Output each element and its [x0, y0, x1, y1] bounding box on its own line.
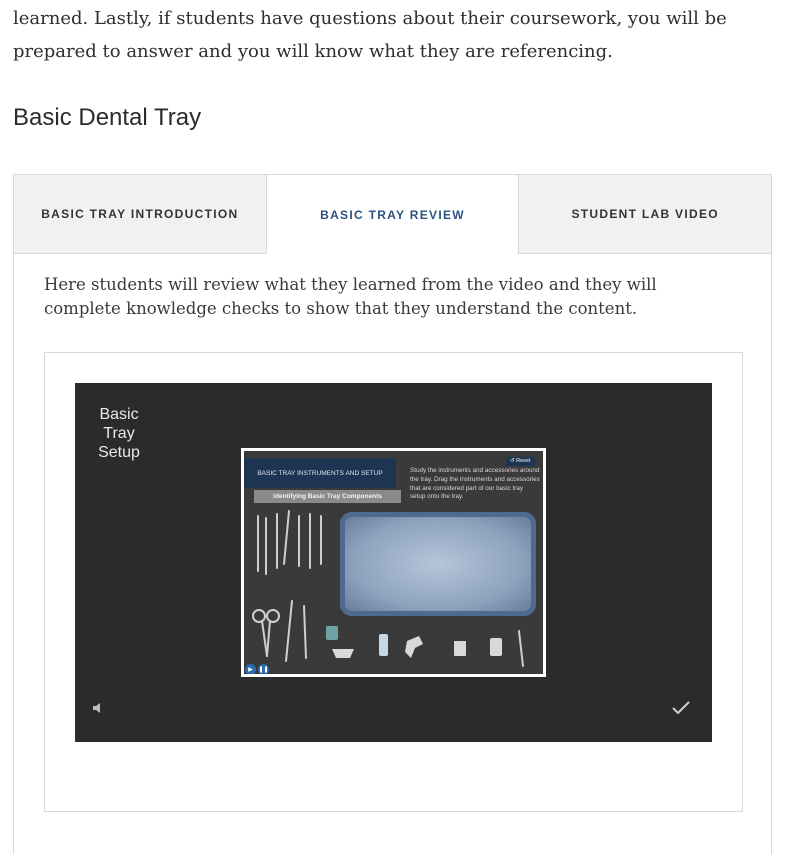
slide-content: BASIC TRAY INSTRUMENTS AND SETUP Identif…	[244, 451, 543, 674]
intro-paragraph: learned. Lastly, if students have questi…	[13, 8, 727, 62]
slide-header: BASIC TRAY INSTRUMENTS AND SETUP	[244, 458, 396, 488]
section-title: Basic Dental Tray	[13, 104, 202, 131]
pause-icon[interactable]: ❚❚	[258, 664, 269, 674]
slide-instructions: Study the instruments and accessories ar…	[410, 467, 540, 501]
tab-basic-tray-introduction[interactable]: BASIC TRAY INTRODUCTION	[14, 175, 266, 254]
volume-icon[interactable]	[91, 701, 105, 715]
reset-label: Reset	[516, 458, 531, 464]
slide-subheader: Identifying Basic Tray Components	[254, 490, 401, 503]
tab-basic-tray-review[interactable]: BASIC TRAY REVIEW	[265, 175, 520, 254]
reset-button[interactable]: ↺ Reset	[506, 457, 535, 466]
embedded-module-frame: Basic Tray Setup BASIC TRAY INSTRUMENTS …	[44, 352, 743, 812]
slide-playback-controls: ▶ ❚❚	[245, 664, 273, 674]
tab-student-lab-video[interactable]: STUDENT LAB VIDEO	[519, 175, 772, 254]
slide-thumbnail[interactable]: BASIC TRAY INSTRUMENTS AND SETUP Identif…	[241, 448, 546, 677]
interactive-player[interactable]: Basic Tray Setup BASIC TRAY INSTRUMENTS …	[75, 383, 712, 742]
player-title: Basic Tray Setup	[98, 406, 140, 461]
play-icon[interactable]: ▶	[245, 664, 256, 674]
dental-instruments-image[interactable]	[244, 506, 543, 674]
tab-bar: BASIC TRAY INTRODUCTION BASIC TRAY REVIE…	[14, 175, 772, 254]
panel-description: Here students will review what they lear…	[44, 275, 657, 318]
tabs-container: BASIC TRAY INTRODUCTION BASIC TRAY REVIE…	[13, 174, 772, 854]
check-icon[interactable]	[670, 699, 692, 717]
